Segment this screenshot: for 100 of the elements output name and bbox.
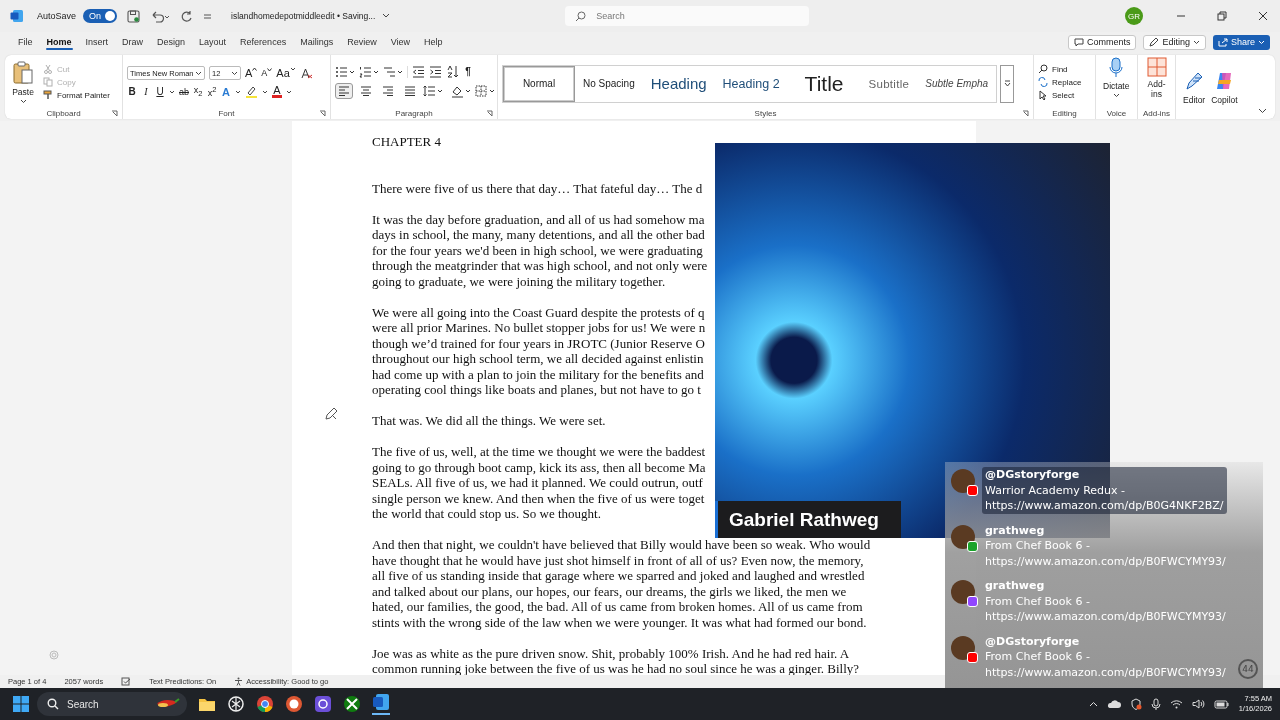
clear-formatting-icon[interactable]	[299, 67, 313, 79]
format-button[interactable]: A	[221, 85, 231, 98]
align-justify-icon	[404, 86, 416, 96]
copilot-button[interactable]: Copilot	[1208, 71, 1241, 105]
ribbon-tab[interactable]: Home	[40, 34, 78, 50]
decrease-indent-icon[interactable]	[412, 65, 425, 78]
comments-button[interactable]: Comments	[1067, 34, 1137, 50]
ribbon-tab[interactable]: Review	[341, 34, 383, 50]
browser-icon[interactable]	[256, 695, 274, 713]
highlighter-icon[interactable]	[245, 85, 258, 98]
style-option[interactable]: Title	[787, 65, 861, 102]
editing-mode-button[interactable]: Editing	[1143, 34, 1206, 50]
paste-button[interactable]: Paste	[9, 60, 37, 104]
text-line: We were all going into the Coast Guard despite the protests of q	[372, 304, 705, 320]
chevron-up-icon[interactable]	[1088, 701, 1098, 707]
show-formatting-marks-button[interactable]: ¶	[463, 66, 473, 77]
taskbar-search-field[interactable]: Search	[65, 697, 149, 711]
format-button[interactable]: ab	[179, 86, 189, 97]
ribbon-tab[interactable]: Help	[418, 34, 449, 50]
text-line: through the meatgrinder that was high school, and not only were	[372, 258, 708, 274]
share-button[interactable]: Share	[1212, 34, 1270, 50]
sort-icon[interactable]	[446, 65, 459, 78]
ribbon-tab[interactable]: View	[384, 34, 417, 50]
replace-button[interactable]: Replace	[1038, 77, 1091, 87]
caret-icon[interactable]	[169, 89, 175, 94]
numbered-list-icon[interactable]	[359, 65, 379, 78]
speaker-icon[interactable]	[1191, 699, 1205, 709]
redo-icon[interactable]	[180, 9, 194, 23]
style-option[interactable]: Subtle Empha	[917, 65, 997, 102]
user-avatar[interactable]: GR	[1125, 7, 1143, 25]
ribbon-tab[interactable]: File	[12, 34, 39, 50]
wifi-icon[interactable]	[1169, 699, 1183, 709]
autosave-toggle[interactable]: On	[83, 9, 118, 23]
ribbon-tab[interactable]: Layout	[193, 34, 233, 50]
up-caret-icon	[252, 67, 258, 71]
ribbon-tab[interactable]: Design	[151, 34, 192, 50]
grow-font-button[interactable]: A	[245, 67, 258, 79]
find-button[interactable]: Find	[1038, 64, 1091, 74]
dialog-launcher-icon[interactable]	[486, 110, 493, 117]
style-option[interactable]: Heading	[642, 65, 715, 102]
ribbon-tab[interactable]: Mailings	[294, 34, 340, 50]
document-title[interactable]: islandhomedepotmiddleedit • Saving...	[231, 11, 376, 21]
format-button[interactable]: U	[155, 86, 165, 97]
caret-icon	[19, 98, 27, 104]
cloud-icon[interactable]	[1106, 699, 1121, 709]
app-icon[interactable]	[314, 695, 332, 713]
shrink-font-button[interactable]: A	[261, 68, 273, 78]
search-box[interactable]: Search	[565, 6, 810, 26]
search-field[interactable]: Search	[594, 10, 779, 22]
text-line: had come up with a plan to join the military for the benefits and	[372, 366, 704, 382]
style-option[interactable]: Normal	[503, 65, 575, 102]
collapse-ribbon-icon[interactable]	[1258, 108, 1267, 114]
ribbon-tab[interactable]: References	[234, 34, 293, 50]
caret-icon[interactable]	[262, 89, 268, 94]
increase-indent-icon[interactable]	[429, 65, 442, 78]
ribbon-tab[interactable]: Insert	[79, 34, 115, 50]
ribbon-tab[interactable]: Draw	[116, 34, 150, 50]
change-case-button[interactable]: Aa	[276, 67, 296, 79]
bullet-list-icon[interactable]	[335, 65, 355, 78]
dictate-button[interactable]: Dictate	[1100, 57, 1133, 107]
message-count-badge: 44	[1238, 659, 1258, 679]
taskbar-search-box[interactable]: Search	[37, 692, 187, 716]
save-icon[interactable]	[127, 9, 141, 23]
format-button[interactable]: B	[127, 86, 137, 97]
dialog-launcher-icon[interactable]	[319, 110, 326, 117]
clipboard-button[interactable]: Format Painter	[43, 90, 110, 100]
multilevel-list-icon[interactable]	[383, 65, 403, 78]
style-option[interactable]: No Spacing	[575, 65, 643, 102]
style-option[interactable]: Heading 2	[714, 65, 788, 102]
close-icon[interactable]	[1258, 11, 1268, 21]
borders-icon[interactable]	[475, 85, 495, 97]
editor-button[interactable]: Editor	[1180, 71, 1209, 105]
line-spacing-icon[interactable]	[423, 85, 443, 97]
battery-icon[interactable]	[1213, 699, 1229, 709]
caret-icon[interactable]	[382, 13, 391, 19]
text-line: single person we knew. And then when the five of us were toget	[372, 490, 705, 506]
dialog-launcher-icon[interactable]	[111, 110, 118, 117]
add-ins-button[interactable]: Add-ins	[1142, 57, 1171, 107]
dialog-launcher-icon[interactable]	[1022, 110, 1029, 117]
word-icon[interactable]	[372, 693, 390, 711]
caret-icon[interactable]	[235, 89, 241, 94]
styles-more-button[interactable]	[1000, 64, 1015, 103]
format-button[interactable]: A	[272, 85, 282, 98]
caret-icon[interactable]	[286, 89, 292, 94]
shield-icon[interactable]	[1129, 698, 1142, 710]
proofing-icon[interactable]	[121, 677, 132, 686]
restore-icon[interactable]	[1217, 11, 1227, 21]
format-button[interactable]: x$^{2}$	[207, 85, 217, 98]
chat-message-line: From Chef Book 6 -	[985, 538, 1091, 554]
folder-icon[interactable]	[198, 696, 216, 712]
microphone-icon	[1109, 57, 1124, 79]
microphone-icon[interactable]	[1150, 698, 1161, 710]
format-button[interactable]: I	[141, 86, 151, 97]
pen-icon[interactable]	[324, 407, 338, 421]
undo-icon[interactable]	[150, 9, 171, 23]
shading-icon[interactable]	[451, 84, 471, 98]
style-option[interactable]: Subtitle	[860, 65, 918, 102]
select-button[interactable]: Select	[1038, 90, 1091, 100]
format-button[interactable]: x$_{2}$	[193, 85, 203, 98]
caret-icon	[1192, 39, 1200, 45]
